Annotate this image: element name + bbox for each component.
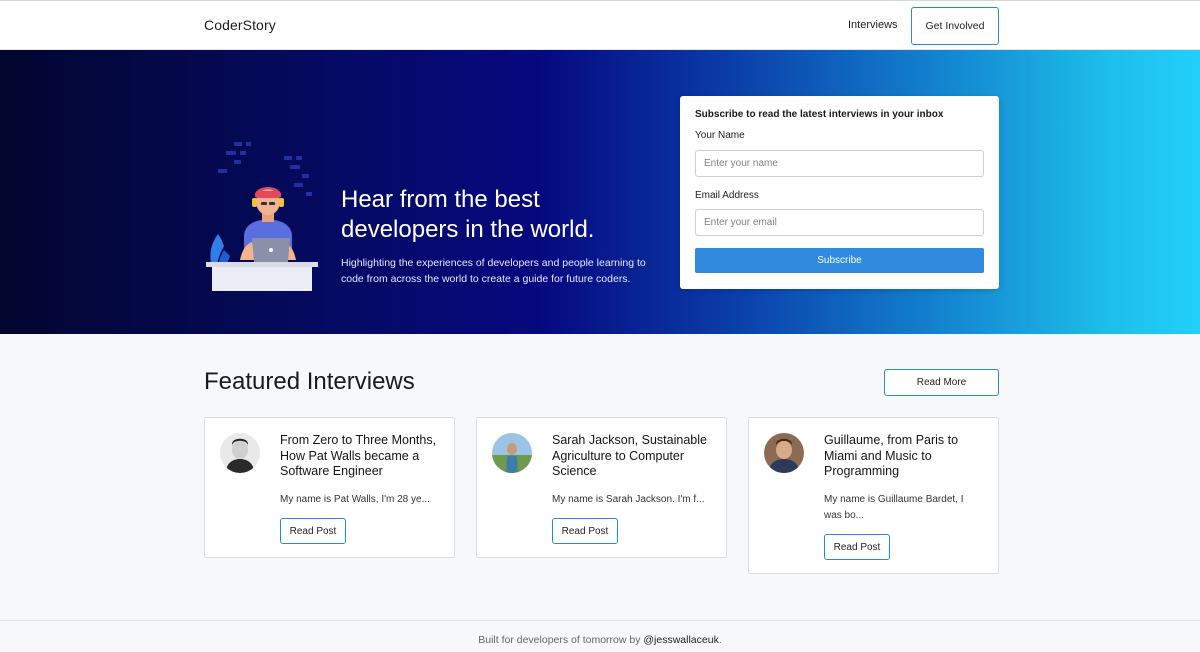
name-label: Your Name: [695, 130, 745, 141]
avatar: [764, 433, 804, 473]
footer-author-link[interactable]: @jesswallaceuk: [643, 634, 718, 646]
footer-suffix: .: [718, 634, 722, 646]
card-title[interactable]: From Zero to Three Months, How Pat Walls…: [280, 433, 445, 480]
interview-card: Sarah Jackson, Sustainable Agriculture t…: [476, 417, 727, 558]
subscribe-button[interactable]: Subscribe: [695, 248, 984, 273]
card-excerpt: My name is Guillaume Bardet, I was bo...: [824, 494, 964, 521]
nav-link-interviews[interactable]: Interviews: [848, 19, 898, 31]
read-post-button[interactable]: Read Post: [280, 518, 346, 544]
interview-card: Guillaume, from Paris to Miami and Music…: [748, 417, 999, 574]
read-post-button[interactable]: Read Post: [824, 534, 890, 560]
avatar: [220, 433, 260, 473]
card-title[interactable]: Sarah Jackson, Sustainable Agriculture t…: [552, 433, 717, 480]
interview-card: From Zero to Three Months, How Pat Walls…: [204, 417, 455, 558]
avatar: [492, 433, 532, 473]
hero-banner: Hear from the best developers in the wor…: [0, 50, 1200, 334]
hero-title: Hear from the best developers in the wor…: [341, 186, 595, 243]
read-more-button[interactable]: Read More: [884, 369, 999, 396]
footer-text: Built for developers of tomorrow by: [478, 634, 644, 646]
hero-subtitle: Highlighting the experiences of develope…: [341, 257, 646, 285]
card-excerpt: My name is Pat Walls, I'm 28 ye...: [280, 494, 430, 505]
developer-illustration: [206, 142, 318, 291]
name-input[interactable]: [695, 150, 984, 177]
subscribe-heading: Subscribe to read the latest interviews …: [695, 109, 944, 120]
card-excerpt: My name is Sarah Jackson. I'm f...: [552, 494, 705, 505]
read-post-button[interactable]: Read Post: [552, 518, 618, 544]
featured-title: Featured Interviews: [204, 368, 415, 395]
get-involved-button[interactable]: Get Involved: [911, 7, 999, 45]
footer: Built for developers of tomorrow by @jes…: [0, 620, 1200, 652]
brand-logo[interactable]: CoderStory: [204, 17, 276, 33]
top-navbar: CoderStory Interviews Get Involved: [0, 0, 1200, 50]
email-label: Email Address: [695, 190, 759, 201]
email-input[interactable]: [695, 209, 984, 236]
subscribe-form: Subscribe to read the latest interviews …: [680, 96, 999, 289]
card-title[interactable]: Guillaume, from Paris to Miami and Music…: [824, 433, 989, 480]
